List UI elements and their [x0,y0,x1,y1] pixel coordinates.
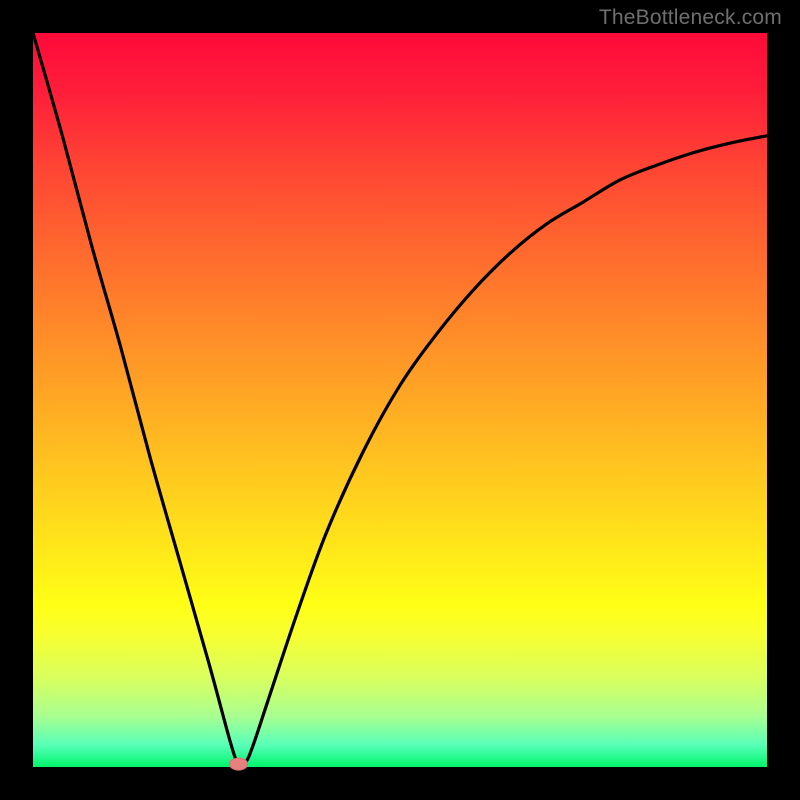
watermark-text: TheBottleneck.com [599,6,782,30]
chart-frame: TheBottleneck.com [0,0,800,800]
curve-layer [33,33,767,767]
minimum-marker [230,758,248,770]
bottleneck-curve [33,33,767,765]
plot-area [33,33,767,767]
